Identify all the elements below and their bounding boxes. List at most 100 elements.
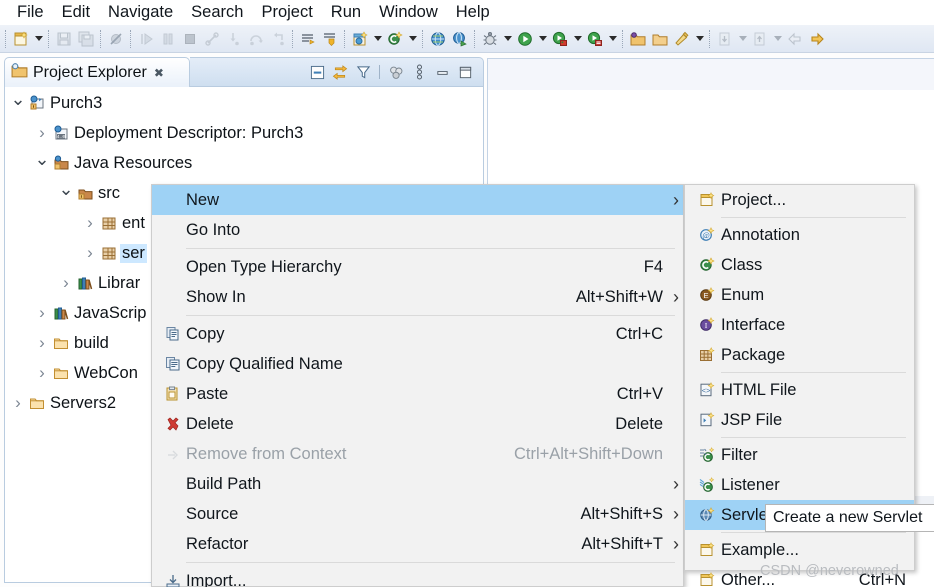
new-java-project-icon[interactable] [349, 28, 371, 50]
run-icon[interactable] [514, 28, 536, 50]
submenu-item-annotation[interactable]: @ Annotation [685, 220, 914, 250]
submenu-separator [721, 437, 906, 438]
submenu-item-class[interactable]: Class [685, 250, 914, 280]
submenu-item-listener[interactable]: Listener [685, 470, 914, 500]
context-menu-item-copy[interactable]: Copy Ctrl+C [152, 319, 683, 349]
working-set-icon[interactable] [386, 62, 406, 82]
menu-item-search[interactable]: Search [182, 0, 252, 25]
context-menu[interactable]: New › Go Into Open Type Hierarchy F4 Show In A… [151, 184, 684, 587]
context-menu-item-show-in[interactable]: Show In Alt+Shift+W › [152, 282, 683, 312]
chevron-down-icon[interactable] [406, 28, 419, 50]
chevron-right-icon[interactable]: › [34, 333, 50, 353]
context-menu-item-build-path[interactable]: Build Path › [152, 469, 683, 499]
context-menu-item-source[interactable]: Source Alt+Shift+S › [152, 499, 683, 529]
menu-item-navigate[interactable]: Navigate [99, 0, 182, 25]
submenu-item-example[interactable]: Example... [685, 535, 914, 565]
previous-annotation-icon[interactable] [319, 28, 341, 50]
chevron-right-icon[interactable]: › [34, 303, 50, 323]
debug-icon[interactable] [479, 28, 501, 50]
chevron-right-icon[interactable]: › [58, 273, 74, 293]
maximize-view-icon[interactable] [455, 62, 475, 82]
submenu-separator [721, 532, 906, 533]
search-icon[interactable] [671, 28, 693, 50]
menu-separator [186, 248, 675, 249]
toolbar-separator [5, 29, 7, 48]
chevron-right-icon[interactable]: › [34, 363, 50, 383]
run-server-icon[interactable] [549, 28, 571, 50]
tab-project-explorer[interactable]: Project Explorer ✖ [4, 57, 190, 87]
open-browser-icon[interactable] [427, 28, 449, 50]
next-annotation-icon[interactable] [297, 28, 319, 50]
new-example-icon [693, 542, 721, 558]
view-menu-icon[interactable] [409, 62, 429, 82]
context-menu-item-go-into[interactable]: Go Into [152, 215, 683, 245]
menu-item-label: Delete [186, 414, 234, 433]
chevron-right-icon[interactable]: › [82, 243, 98, 263]
collapse-all-icon[interactable] [307, 62, 327, 82]
tree-item-purch3[interactable]: ⌄ Purch3 [4, 88, 484, 118]
submenu-item-label: Listener [721, 475, 780, 494]
chevron-down-icon[interactable] [606, 28, 619, 50]
chevron-down-icon[interactable] [571, 28, 584, 50]
chevron-down-icon [771, 28, 784, 50]
chevron-down-icon[interactable] [32, 28, 45, 50]
open-type-icon[interactable] [627, 28, 649, 50]
toolbar-separator [130, 29, 132, 48]
chevron-down-icon[interactable] [371, 28, 384, 50]
svg-text:@: @ [702, 231, 709, 240]
chevron-down-icon[interactable] [693, 28, 706, 50]
menu-item-help[interactable]: Help [447, 0, 499, 25]
context-menu-item-open-type-hierarchy[interactable]: Open Type Hierarchy F4 [152, 252, 683, 282]
step-into-icon [223, 28, 245, 50]
context-menu-item-import[interactable]: Import... [152, 566, 683, 587]
context-menu-item-new[interactable]: New › [152, 185, 683, 215]
chevron-down-icon[interactable]: ⌄ [10, 90, 26, 108]
context-menu-item-refactor[interactable]: Refactor Alt+Shift+T › [152, 529, 683, 559]
menu-item-file[interactable]: File [8, 0, 53, 25]
submenu-item-filter[interactable]: Filter [685, 440, 914, 470]
submenu-item-enum[interactable]: E Enum [685, 280, 914, 310]
submenu-item-label: Package [721, 345, 786, 364]
profile-icon[interactable] [584, 28, 606, 50]
menu-item-label: Refactor [186, 534, 249, 553]
submenu-item-package[interactable]: Package [685, 340, 914, 370]
view-filter-icon[interactable] [353, 62, 373, 82]
tooltip: Create a new Servlet [765, 504, 934, 532]
menu-item-label: Show In [186, 287, 246, 306]
context-menu-item-delete[interactable]: Delete Delete [152, 409, 683, 439]
submenu-item-jsp-file[interactable]: JSP File [685, 405, 914, 435]
submenu-item-label: HTML File [721, 380, 797, 399]
new-class-icon[interactable] [384, 28, 406, 50]
close-icon[interactable]: ✖ [154, 66, 164, 80]
chevron-right-icon[interactable]: › [82, 213, 98, 233]
toolbar-separator [474, 29, 476, 48]
menu-item-run[interactable]: Run [322, 0, 370, 25]
context-menu-item-paste[interactable]: Paste Ctrl+V [152, 379, 683, 409]
new-wizard-icon[interactable] [10, 28, 32, 50]
submenu-item-html-file[interactable]: <> HTML File [685, 375, 914, 405]
tree-item-deployment-descriptor-purch3[interactable]: › 4.0 Deployment Descriptor: Purch3 [4, 118, 484, 148]
copy-icon [160, 326, 186, 342]
submenu-item-interface[interactable]: I Interface [685, 310, 914, 340]
submenu-item-project[interactable]: Project... [685, 185, 914, 215]
open-task-icon[interactable] [649, 28, 671, 50]
open-web-perspective-icon[interactable] [449, 28, 471, 50]
chevron-down-icon[interactable]: ⌄ [34, 150, 50, 168]
minimize-view-icon[interactable] [432, 62, 452, 82]
chevron-right-icon[interactable]: › [34, 123, 50, 143]
new-filter-icon [693, 447, 721, 463]
menu-item-project[interactable]: Project [252, 0, 321, 25]
tree-item-java-resources[interactable]: ⌄ Java Resources [4, 148, 484, 178]
forward-icon[interactable] [806, 28, 828, 50]
chevron-right-icon[interactable]: › [10, 393, 26, 413]
chevron-down-icon[interactable] [536, 28, 549, 50]
link-with-editor-icon[interactable] [330, 62, 350, 82]
tree-item-label: build [74, 333, 109, 352]
toolbar-divider [379, 65, 380, 79]
menu-item-edit[interactable]: Edit [53, 0, 99, 25]
chevron-down-icon[interactable]: ⌄ [58, 180, 74, 198]
context-menu-item-copy-qualified-name[interactable]: Copy Qualified Name [152, 349, 683, 379]
new-class-icon [693, 257, 721, 273]
menu-item-window[interactable]: Window [370, 0, 447, 25]
chevron-down-icon[interactable] [501, 28, 514, 50]
